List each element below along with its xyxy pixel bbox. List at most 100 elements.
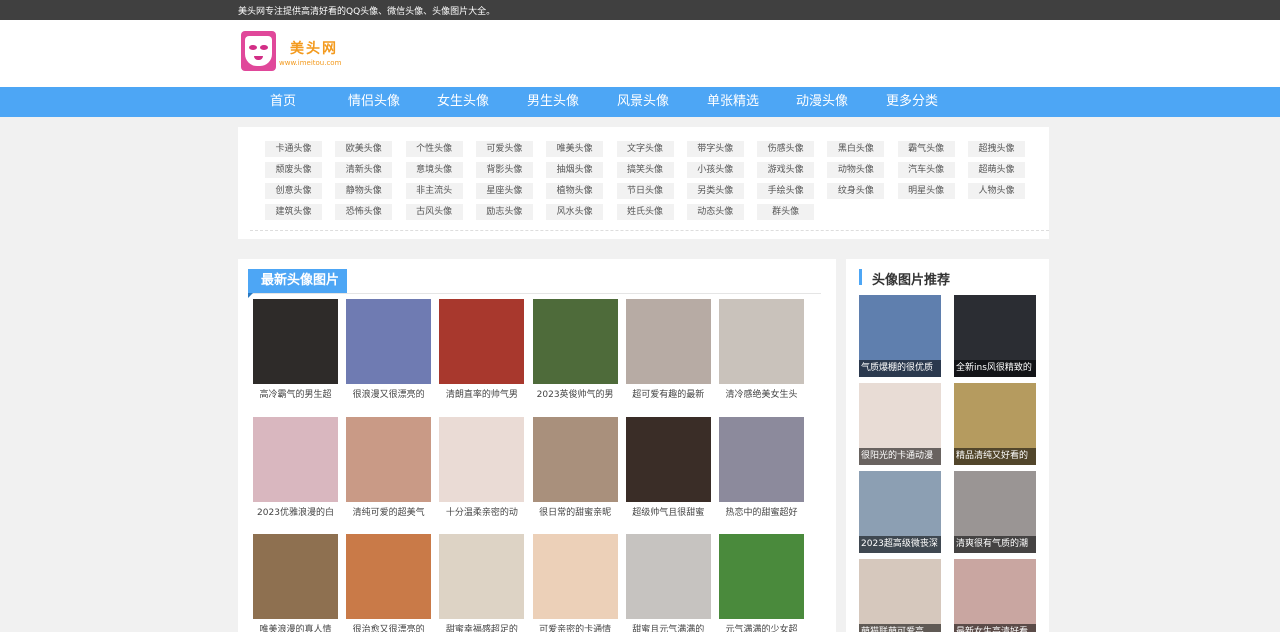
avatar-caption[interactable]: 很浪漫又很漂亮的 <box>346 388 431 402</box>
category-tag[interactable]: 星座头像 <box>475 183 533 199</box>
nav-item[interactable]: 女生头像 <box>437 87 489 117</box>
avatar-caption[interactable]: 超级帅气且很甜蜜 <box>626 506 711 520</box>
category-tag[interactable]: 动态头像 <box>686 204 744 220</box>
category-tag[interactable]: 静物头像 <box>335 183 393 199</box>
avatar-caption[interactable]: 2023优雅浪漫的白 <box>253 506 338 520</box>
category-tag[interactable]: 古风头像 <box>405 204 463 220</box>
category-tag[interactable]: 节日头像 <box>616 183 674 199</box>
recommended-avatar-card[interactable]: 2023超高级微丧深 <box>859 471 941 553</box>
recommended-caption[interactable]: 2023超高级微丧深 <box>859 536 941 553</box>
category-tag[interactable]: 风水头像 <box>546 204 604 220</box>
avatar-image[interactable] <box>625 299 711 384</box>
recommended-avatar-card[interactable]: 气质爆棚的很优质 <box>859 295 941 377</box>
avatar-caption[interactable]: 清纯可爱的超美气 <box>346 506 431 520</box>
avatar-caption[interactable]: 热恋中的甜蜜超好 <box>719 506 804 520</box>
avatar-caption[interactable]: 十分温柔亲密的动 <box>439 506 524 520</box>
category-tag[interactable]: 个性头像 <box>405 141 463 157</box>
category-tag[interactable]: 游戏头像 <box>757 162 815 178</box>
recommended-caption[interactable]: 很阳光的卡通动漫 <box>859 448 941 465</box>
avatar-caption[interactable]: 很日常的甜蜜亲昵 <box>533 506 618 520</box>
avatar-caption[interactable]: 甜蜜且元气满满的 <box>626 623 711 632</box>
recommended-avatar-card[interactable]: 精品清纯又好看的 <box>954 383 1036 465</box>
recommended-avatar-card[interactable]: 很阳光的卡通动漫 <box>859 383 941 465</box>
avatar-image[interactable] <box>253 416 338 502</box>
category-tag[interactable]: 动物头像 <box>827 162 885 178</box>
category-tag[interactable]: 汽车头像 <box>897 162 955 178</box>
category-tag[interactable]: 黑白头像 <box>827 141 885 157</box>
avatar-caption[interactable]: 唯美浪漫的真人情 <box>253 623 338 632</box>
nav-item[interactable]: 风景头像 <box>617 87 669 117</box>
category-tag[interactable]: 姓氏头像 <box>616 204 674 220</box>
avatar-caption[interactable]: 甜蜜幸福感超足的 <box>439 623 524 632</box>
category-tag[interactable]: 卡通头像 <box>265 141 322 157</box>
avatar-image[interactable] <box>346 416 432 502</box>
nav-item[interactable]: 单张精选 <box>707 87 759 117</box>
recommended-avatar-card[interactable]: 萌猫联萌可爱高 <box>859 559 941 632</box>
category-tag[interactable]: 抽烟头像 <box>546 162 604 178</box>
category-tag[interactable]: 恐怖头像 <box>335 204 393 220</box>
avatar-caption[interactable]: 2023英俊帅气的男 <box>533 388 618 402</box>
category-tag[interactable]: 植物头像 <box>546 183 604 199</box>
category-tag[interactable]: 手绘头像 <box>757 183 815 199</box>
category-tag[interactable]: 唯美头像 <box>546 141 604 157</box>
nav-item[interactable]: 情侣头像 <box>348 87 400 117</box>
recommended-caption[interactable]: 清爽很有气质的潮 <box>954 536 1036 553</box>
category-tag[interactable]: 另类头像 <box>686 183 744 199</box>
nav-item[interactable]: 更多分类 <box>886 87 938 117</box>
avatar-image[interactable] <box>439 299 525 384</box>
avatar-caption[interactable]: 超可爱有趣的最新 <box>626 388 711 402</box>
avatar-image[interactable] <box>625 534 711 619</box>
avatar-image[interactable] <box>719 416 804 502</box>
category-tag[interactable]: 可爱头像 <box>475 141 533 157</box>
category-tag[interactable]: 意境头像 <box>405 162 463 178</box>
site-logo[interactable]: 美头网 www.imeitou.com <box>241 31 351 73</box>
category-tag[interactable]: 非主流头 <box>405 183 463 199</box>
avatar-caption[interactable]: 清朗直率的帅气男 <box>439 388 524 402</box>
avatar-caption[interactable]: 高冷霸气的男生超 <box>253 388 338 402</box>
category-tag[interactable]: 背影头像 <box>475 162 533 178</box>
recommended-caption[interactable]: 气质爆棚的很优质 <box>859 360 941 377</box>
category-tag[interactable]: 超萌头像 <box>968 162 1025 178</box>
avatar-image[interactable] <box>346 534 432 619</box>
category-tag[interactable]: 小孩头像 <box>686 162 744 178</box>
category-tag[interactable]: 文字头像 <box>616 141 674 157</box>
category-tag[interactable]: 励志头像 <box>475 204 533 220</box>
category-tag[interactable]: 欧美头像 <box>335 141 393 157</box>
avatar-image[interactable] <box>532 299 618 384</box>
recommended-caption[interactable]: 萌猫联萌可爱高 <box>859 624 941 632</box>
avatar-image[interactable] <box>532 416 618 502</box>
category-tag[interactable]: 霸气头像 <box>897 141 955 157</box>
category-tag[interactable]: 明星头像 <box>897 183 955 199</box>
nav-item[interactable]: 动漫头像 <box>796 87 848 117</box>
avatar-caption[interactable]: 元气满满的少女超 <box>719 623 804 632</box>
category-tag[interactable]: 建筑头像 <box>265 204 322 220</box>
category-tag[interactable]: 群头像 <box>757 204 815 220</box>
recommended-avatar-card[interactable]: 全新ins风很精致的 <box>954 295 1036 377</box>
recommended-caption[interactable]: 最新女生高清好看 <box>954 624 1036 632</box>
recommended-avatar-card[interactable]: 最新女生高清好看 <box>954 559 1036 632</box>
avatar-caption[interactable]: 可爱亲密的卡通情 <box>533 623 618 632</box>
category-tag[interactable]: 纹身头像 <box>827 183 885 199</box>
avatar-caption[interactable]: 很治愈又很漂亮的 <box>346 623 431 632</box>
category-tag[interactable]: 人物头像 <box>968 183 1025 199</box>
avatar-caption[interactable]: 清冷感绝美女生头 <box>719 388 804 402</box>
recommended-avatar-card[interactable]: 清爽很有气质的潮 <box>954 471 1036 553</box>
category-tag[interactable]: 带字头像 <box>686 141 744 157</box>
recommended-caption[interactable]: 精品清纯又好看的 <box>954 448 1036 465</box>
avatar-image[interactable] <box>346 299 432 384</box>
avatar-image[interactable] <box>719 534 804 619</box>
category-tag[interactable]: 伤感头像 <box>757 141 815 157</box>
nav-item[interactable]: 男生头像 <box>527 87 579 117</box>
category-tag[interactable]: 超拽头像 <box>968 141 1025 157</box>
avatar-image[interactable] <box>439 534 525 619</box>
category-tag[interactable]: 搞笑头像 <box>616 162 674 178</box>
category-tag[interactable]: 清新头像 <box>335 162 393 178</box>
recommended-caption[interactable]: 全新ins风很精致的 <box>954 360 1036 377</box>
avatar-image[interactable] <box>253 299 338 384</box>
avatar-image[interactable] <box>625 416 711 502</box>
avatar-image[interactable] <box>719 299 804 384</box>
avatar-image[interactable] <box>532 534 618 619</box>
nav-item[interactable]: 首页 <box>270 87 296 117</box>
category-tag[interactable]: 颓废头像 <box>265 162 322 178</box>
avatar-image[interactable] <box>253 534 338 619</box>
